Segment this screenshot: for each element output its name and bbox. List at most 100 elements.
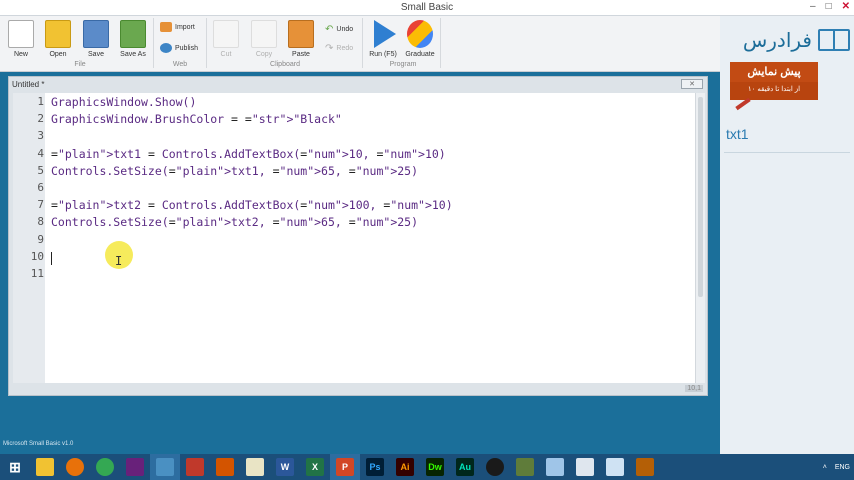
line-number: 6 (37, 181, 44, 194)
copy-icon (251, 20, 277, 48)
new-button[interactable]: New (3, 16, 39, 58)
floppy-icon (83, 20, 109, 48)
divider (362, 18, 363, 68)
audition-icon: Au (456, 458, 474, 476)
taskbar-app-5[interactable] (540, 454, 570, 480)
taskbar-explorer[interactable] (30, 454, 60, 480)
line-number: 10 (30, 249, 44, 263)
file-group-label: File (74, 61, 86, 68)
web-group-label: Web (172, 61, 188, 68)
language-indicator[interactable]: ENG (835, 464, 850, 471)
app-icon (186, 458, 204, 476)
copy-button[interactable]: Copy (246, 16, 282, 58)
code-line: GraphicsWindow.BrushColor = ="str">"Blac… (51, 112, 342, 127)
publish-button[interactable]: Publish (160, 43, 198, 53)
image-icon (516, 458, 534, 476)
line-number-gutter: 1 2 3 4 5 6 7 8 9 10 11 (13, 93, 45, 383)
text-caret (51, 252, 52, 265)
excel-icon: X (306, 458, 324, 476)
illustrator-icon: Ai (396, 458, 414, 476)
undo-button[interactable]: ↶ Undo (325, 24, 353, 35)
graduate-icon (407, 20, 433, 48)
ibeam-cursor-icon: I (115, 254, 123, 268)
cut-button[interactable]: Cut (208, 16, 244, 58)
taskbar-excel[interactable]: X (300, 454, 330, 480)
book-icon (818, 29, 850, 51)
scissors-icon (213, 20, 239, 48)
taskbar-visual-studio[interactable] (120, 454, 150, 480)
start-button[interactable]: ⊞ (0, 454, 30, 480)
clipboard-group-label: Clipboard (270, 61, 300, 68)
ribbon-toolbar: New Open Save Save As File Import Publis… (0, 16, 720, 72)
minimize-button[interactable]: – (810, 1, 816, 12)
taskbar-firefox[interactable] (60, 454, 90, 480)
title-bar: Small Basic – □ ✕ (0, 0, 854, 16)
taskbar-illustrator[interactable]: Ai (390, 454, 420, 480)
folder-icon (36, 458, 54, 476)
run-button[interactable]: Run (F5) (366, 16, 400, 58)
code-line: Controls.SetSize(="plain">txt1, ="num">6… (51, 163, 419, 178)
taskbar-app-2[interactable] (240, 454, 270, 480)
scrollbar-thumb[interactable] (698, 97, 703, 297)
taskbar-matlab[interactable] (210, 454, 240, 480)
line-number: 7 (37, 198, 44, 212)
save-button[interactable]: Save (78, 16, 114, 58)
line-number: 8 (37, 215, 44, 229)
code-line: ="plain">txt1 = Controls.AddTextBox(="nu… (51, 146, 446, 161)
taskbar-word[interactable]: W (270, 454, 300, 480)
taskbar-chrome[interactable] (90, 454, 120, 480)
new-file-icon (8, 20, 34, 48)
import-icon (160, 22, 172, 32)
word-icon: W (276, 458, 294, 476)
taskbar-app-1[interactable] (180, 454, 210, 480)
matlab-icon (216, 458, 234, 476)
open-button[interactable]: Open (40, 16, 76, 58)
taskbar-dreamweaver[interactable]: Dw (420, 454, 450, 480)
divider (724, 152, 850, 153)
line-number: 5 (37, 163, 44, 177)
taskbar-small-basic[interactable] (150, 454, 180, 480)
taskbar-app-4[interactable] (510, 454, 540, 480)
line-number: 11 (30, 267, 44, 280)
window-title: Small Basic (400, 2, 454, 13)
divider (206, 18, 207, 68)
redo-button[interactable]: ↷ Redo (325, 43, 353, 54)
paint-icon (606, 458, 624, 476)
maximize-button[interactable]: □ (826, 1, 832, 12)
taskbar-app-8[interactable] (630, 454, 660, 480)
taskbar-app-6[interactable] (570, 454, 600, 480)
logo: فرادرس (726, 22, 850, 58)
taskbar-app-7[interactable] (600, 454, 630, 480)
paste-button[interactable]: Paste (283, 16, 319, 58)
vertical-scrollbar[interactable] (695, 93, 705, 383)
cursor-position: 10,1 (685, 385, 703, 392)
close-document-button[interactable]: ✕ (681, 79, 703, 89)
divider (440, 18, 441, 68)
app-version-label: Microsoft Small Basic v1.0 (3, 441, 74, 447)
line-number: 3 (37, 129, 44, 143)
tray-arrow-icon[interactable]: ˄ (823, 464, 827, 471)
help-keyword: txt1 (726, 126, 749, 142)
close-button[interactable]: ✕ (842, 1, 850, 12)
program-group-label: Program (389, 61, 417, 68)
play-icon (374, 20, 396, 48)
clipboard-icon (288, 20, 314, 48)
taskbar-photoshop[interactable]: Ps (360, 454, 390, 480)
taskbar-audition[interactable]: Au (450, 454, 480, 480)
taskbar-app-3[interactable] (480, 454, 510, 480)
import-button[interactable]: Import (160, 22, 195, 32)
app-icon (636, 458, 654, 476)
line-number: 9 (37, 232, 44, 246)
powerpoint-icon: P (336, 458, 354, 476)
app-icon (546, 458, 564, 476)
taskbar: ⊞ W X P Ps Ai Dw Au ˄ ENG (0, 454, 854, 480)
undo-icon: ↶ (325, 24, 334, 35)
redo-icon: ↷ (325, 43, 334, 54)
save-as-icon (120, 20, 146, 48)
taskbar-powerpoint[interactable]: P (330, 454, 360, 480)
graduate-button[interactable]: Graduate (402, 16, 438, 58)
save-as-button[interactable]: Save As (115, 16, 151, 58)
app-icon (576, 458, 594, 476)
editor-tab-title: Untitled * (12, 80, 45, 89)
code-editor[interactable]: GraphicsWindow.Show() GraphicsWindow.Brus… (45, 93, 695, 383)
